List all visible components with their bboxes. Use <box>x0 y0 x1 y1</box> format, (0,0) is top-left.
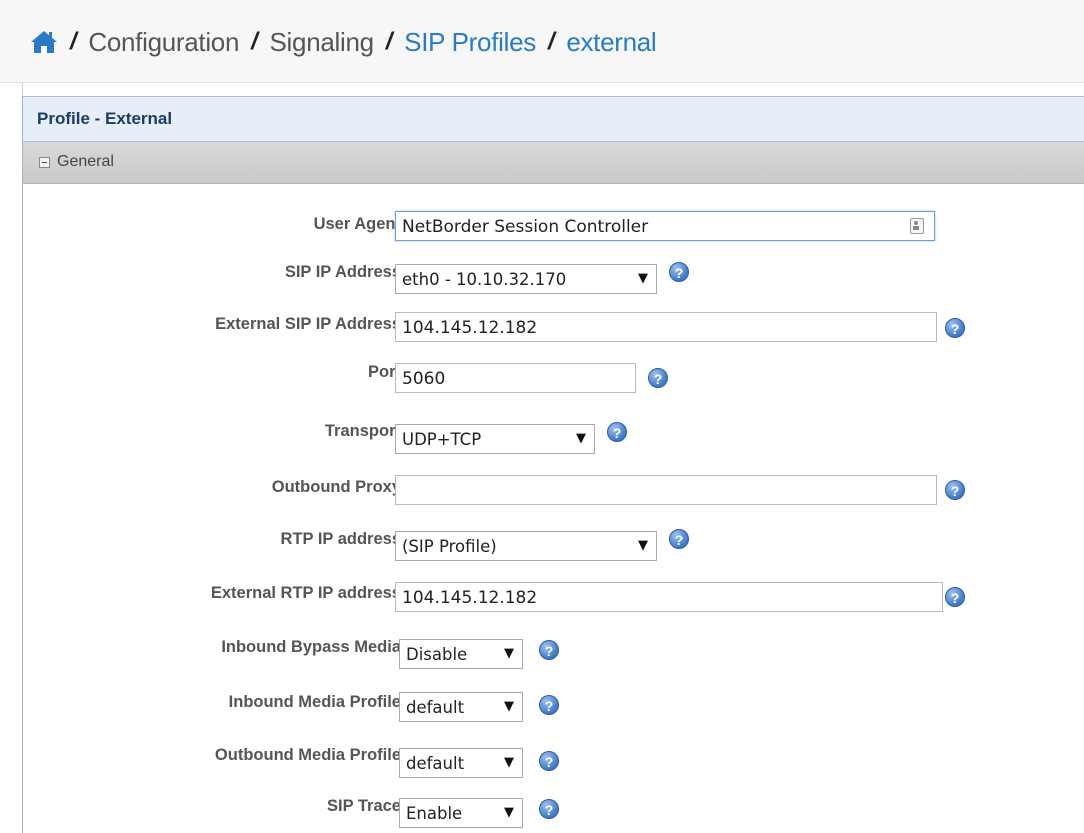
breadcrumb-configuration: Configuration <box>88 26 240 57</box>
field-row-rtp-ip: RTP IP address (SIP Profile) ▼ ? <box>23 529 1084 565</box>
port-input[interactable]: 5060 <box>395 363 636 393</box>
top-bar: / Configuration / Signaling / SIP Profil… <box>0 0 1084 83</box>
contact-card-icon[interactable] <box>910 218 924 234</box>
outbound-media-profile-select[interactable]: default ▼ <box>399 748 523 778</box>
field-row-external-sip-ip: External SIP IP Address 104.145.12.182 ? <box>23 312 1084 350</box>
panel-header: Profile - External <box>23 96 1084 142</box>
external-sip-ip-value: 104.145.12.182 <box>402 318 538 338</box>
breadcrumb-sip-profiles-link[interactable]: SIP Profiles <box>404 27 536 58</box>
external-sip-ip-label: External SIP IP Address <box>215 315 401 333</box>
external-sip-ip-input[interactable]: 104.145.12.182 <box>395 312 937 342</box>
rtp-ip-label: RTP IP address <box>280 530 401 548</box>
outbound-media-profile-value: default <box>406 754 465 773</box>
port-value: 5060 <box>402 369 446 389</box>
help-icon[interactable]: ? <box>539 695 559 715</box>
chevron-down-icon: ▼ <box>576 431 586 446</box>
breadcrumb-separator: / <box>385 28 393 55</box>
transport-label: Transport <box>324 422 401 440</box>
chevron-down-icon: ▼ <box>638 271 648 286</box>
field-row-sip-trace: SIP Trace Enable ▼ ? <box>23 796 1084 832</box>
field-row-inbound-media-profile: Inbound Media Profile default ▼ ? <box>23 690 1084 726</box>
inbound-media-profile-select[interactable]: default ▼ <box>399 692 523 722</box>
breadcrumb-external-link[interactable]: external <box>566 27 656 58</box>
transport-select[interactable]: UDP+TCP ▼ <box>395 424 595 454</box>
help-icon[interactable]: ? <box>539 799 559 819</box>
outbound-media-profile-label: Outbound Media Profile <box>214 746 401 764</box>
chevron-down-icon: ▼ <box>504 646 514 661</box>
user-agent-label: User Agent <box>313 215 401 233</box>
field-row-user-agent: User Agent NetBorder Session Controller <box>23 211 1084 247</box>
chevron-down-icon: ▼ <box>504 805 514 820</box>
help-icon[interactable]: ? <box>539 640 559 660</box>
breadcrumb-separator: / <box>251 28 258 55</box>
sip-ip-value: eth0 - 10.10.32.170 <box>402 270 567 289</box>
user-agent-value: NetBorder Session Controller <box>402 217 649 237</box>
section-title: General <box>57 153 114 170</box>
chevron-down-icon: ▼ <box>638 538 648 553</box>
inbound-bypass-media-value: Disable <box>406 645 468 664</box>
help-icon[interactable]: ? <box>669 262 689 282</box>
transport-value: UDP+TCP <box>402 430 482 449</box>
outbound-proxy-label: Outbound Proxy <box>271 478 401 496</box>
general-section-header[interactable]: General <box>23 142 1084 184</box>
help-icon[interactable]: ? <box>539 751 559 771</box>
help-icon[interactable]: ? <box>648 368 668 388</box>
help-icon[interactable]: ? <box>607 422 627 442</box>
external-rtp-ip-label: External RTP IP address <box>210 584 401 602</box>
sip-ip-label: SIP IP Address <box>284 263 401 281</box>
rtp-ip-select[interactable]: (SIP Profile) ▼ <box>395 531 657 561</box>
field-row-outbound-media-profile: Outbound Media Profile default ▼ ? <box>23 746 1084 782</box>
panel-title: Profile - External <box>37 109 173 128</box>
sip-trace-label: SIP Trace <box>326 797 401 815</box>
inbound-media-profile-label: Inbound Media Profile <box>228 693 401 711</box>
external-rtp-ip-value: 104.145.12.182 <box>402 588 538 608</box>
inbound-media-profile-value: default <box>406 698 465 717</box>
field-row-inbound-bypass-media: Inbound Bypass Media Disable ▼ ? <box>23 637 1084 673</box>
external-rtp-ip-input[interactable]: 104.145.12.182 <box>395 582 943 612</box>
inbound-bypass-media-select[interactable]: Disable ▼ <box>399 639 523 669</box>
breadcrumb: / Configuration / Signaling / SIP Profil… <box>30 22 657 62</box>
help-icon[interactable]: ? <box>945 318 965 338</box>
sip-trace-select[interactable]: Enable ▼ <box>399 798 523 828</box>
outbound-proxy-input[interactable] <box>395 475 937 505</box>
help-icon[interactable]: ? <box>669 529 689 549</box>
breadcrumb-separator: / <box>547 28 555 55</box>
field-row-port: Port 5060 ? <box>23 363 1084 401</box>
breadcrumb-signaling: Signaling <box>269 26 375 57</box>
help-icon[interactable]: ? <box>945 587 965 607</box>
sip-trace-value: Enable <box>406 804 463 823</box>
chevron-down-icon: ▼ <box>504 699 514 714</box>
breadcrumb-separator: / <box>70 28 77 55</box>
chevron-down-icon: ▼ <box>504 755 514 770</box>
inbound-bypass-media-label: Inbound Bypass Media <box>221 638 401 656</box>
field-row-external-rtp-ip: External RTP IP address 104.145.12.182 ? <box>23 582 1084 618</box>
field-row-transport: Transport UDP+TCP ▼ ? <box>23 422 1084 458</box>
collapse-icon[interactable] <box>39 157 50 168</box>
field-row-sip-ip: SIP IP Address eth0 - 10.10.32.170 ▼ ? <box>23 262 1084 298</box>
profile-panel: Profile - External General User Agent Ne… <box>22 96 1084 833</box>
rtp-ip-value: (SIP Profile) <box>402 537 497 556</box>
home-icon[interactable] <box>30 29 58 55</box>
sip-ip-select[interactable]: eth0 - 10.10.32.170 ▼ <box>395 264 657 294</box>
user-agent-input[interactable]: NetBorder Session Controller <box>395 211 935 241</box>
help-icon[interactable]: ? <box>945 480 965 500</box>
field-row-outbound-proxy: Outbound Proxy ? <box>23 475 1084 511</box>
